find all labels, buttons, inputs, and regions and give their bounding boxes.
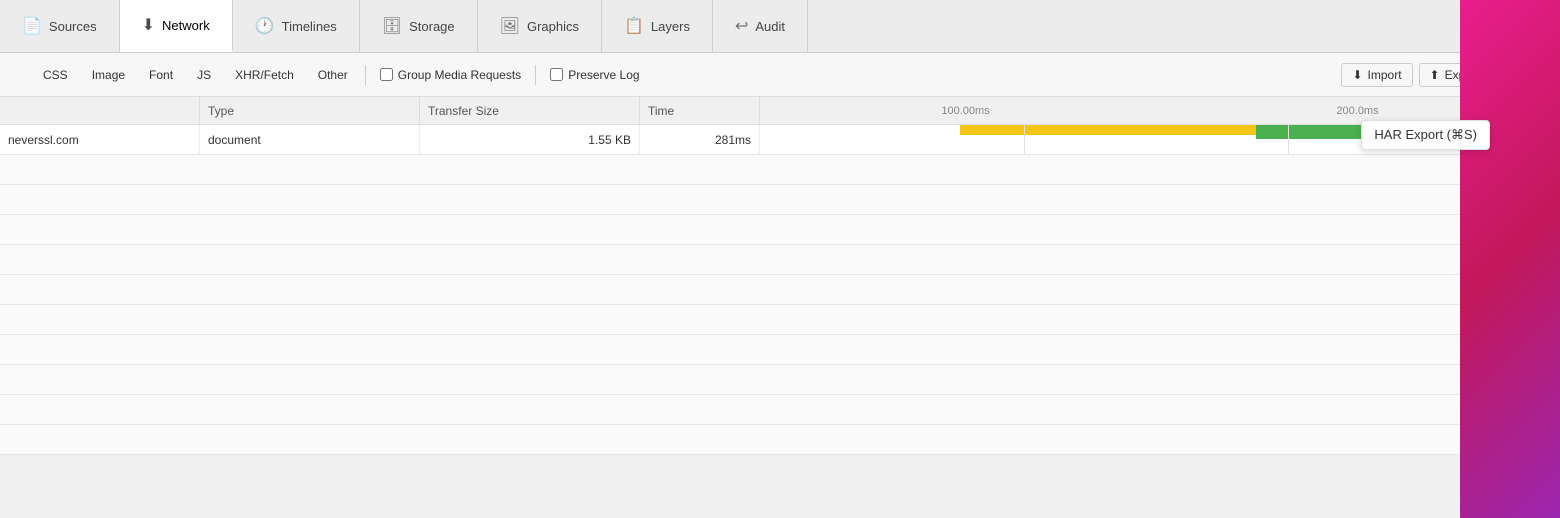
- waterfall-divider-1: [1024, 125, 1025, 154]
- filter-xhr-button[interactable]: XHR/Fetch: [224, 64, 305, 86]
- filter-image-button[interactable]: Image: [81, 64, 136, 86]
- table-body: neverssl.com document 1.55 KB 281ms: [0, 125, 1560, 518]
- filter-separator-1: [365, 65, 366, 85]
- group-media-label[interactable]: Group Media Requests: [398, 68, 521, 82]
- filter-css-button[interactable]: CSS: [32, 64, 79, 86]
- table-row-empty-6: [0, 305, 1560, 335]
- tab-bar: 📄 Sources ⬇ Network 🕐 Timelines 🗄 Storag…: [0, 0, 1560, 53]
- tab-audit[interactable]: ↩ Audit: [713, 0, 808, 52]
- tab-timelines-label: Timelines: [282, 19, 337, 34]
- row-type: document: [200, 125, 420, 154]
- timelines-icon: 🕐: [255, 16, 275, 36]
- col-header-type: Type: [200, 97, 420, 124]
- table-row-empty-3: [0, 215, 1560, 245]
- preserve-log-checkbox[interactable]: [550, 68, 563, 81]
- filter-bar: CSS Image Font JS XHR/Fetch Other Group …: [0, 53, 1560, 97]
- group-media-checkbox-group: Group Media Requests: [372, 68, 529, 82]
- table-container: Type Transfer Size Time 100.00ms 200.0ms…: [0, 97, 1560, 518]
- row-size: 1.55 KB: [420, 125, 640, 154]
- preserve-log-label[interactable]: Preserve Log: [568, 68, 639, 82]
- import-button[interactable]: ⬇ Import: [1341, 63, 1412, 87]
- waterfall-labels: 100.00ms 200.0ms: [768, 105, 1552, 117]
- table-row[interactable]: neverssl.com document 1.55 KB 281ms: [0, 125, 1560, 155]
- table-row-empty-7: [0, 335, 1560, 365]
- tab-storage-label: Storage: [409, 19, 455, 34]
- waterfall-divider-2: [1288, 125, 1289, 154]
- col-header-name: [0, 97, 200, 124]
- col-header-time: Time: [640, 97, 760, 124]
- waterfall-label-200: 200.0ms: [1336, 105, 1378, 117]
- tab-graphics[interactable]: 🖼 Graphics: [478, 0, 602, 52]
- import-label: Import: [1368, 68, 1402, 82]
- export-icon: ⬆: [1430, 68, 1440, 82]
- tab-audit-label: Audit: [755, 19, 785, 34]
- tab-layers[interactable]: 📋 Layers: [602, 0, 713, 52]
- layers-icon: 📋: [624, 16, 644, 36]
- table-row-empty-5: [0, 275, 1560, 305]
- waterfall-bar-yellow: [960, 125, 1256, 135]
- row-name: neverssl.com: [0, 125, 200, 154]
- preserve-log-checkbox-group: Preserve Log: [542, 68, 647, 82]
- sources-icon: 📄: [22, 16, 42, 36]
- network-icon: ⬇: [142, 15, 155, 35]
- graphics-icon: 🖼: [500, 16, 520, 36]
- right-gradient: [1460, 0, 1560, 518]
- table-row-empty-4: [0, 245, 1560, 275]
- audit-icon: ↩: [735, 16, 748, 36]
- group-media-checkbox[interactable]: [380, 68, 393, 81]
- tab-network[interactable]: ⬇ Network: [120, 0, 233, 52]
- waterfall-label-100: 100.00ms: [941, 105, 989, 117]
- har-export-tooltip-text: HAR Export (⌘S): [1374, 127, 1477, 142]
- filter-js-button[interactable]: JS: [186, 64, 222, 86]
- tab-sources[interactable]: 📄 Sources: [0, 0, 120, 52]
- import-icon: ⬇: [1352, 68, 1362, 82]
- row-time: 281ms: [640, 125, 760, 154]
- table-row-empty-9: [0, 395, 1560, 425]
- tab-layers-label: Layers: [651, 19, 690, 34]
- table-header: Type Transfer Size Time 100.00ms 200.0ms: [0, 97, 1560, 125]
- filter-all-button[interactable]: [8, 71, 30, 79]
- tab-storage[interactable]: 🗄 Storage: [360, 0, 478, 52]
- table-row-empty-8: [0, 365, 1560, 395]
- col-header-size: Transfer Size: [420, 97, 640, 124]
- filter-separator-2: [535, 65, 536, 85]
- tab-network-label: Network: [162, 18, 210, 33]
- tab-sources-label: Sources: [49, 19, 97, 34]
- table-row-empty-1: [0, 155, 1560, 185]
- filter-font-button[interactable]: Font: [138, 64, 184, 86]
- har-export-tooltip: HAR Export (⌘S): [1361, 120, 1490, 150]
- filter-other-button[interactable]: Other: [307, 64, 359, 86]
- table-row-empty-2: [0, 185, 1560, 215]
- table-row-empty-10: [0, 425, 1560, 455]
- tab-graphics-label: Graphics: [527, 19, 579, 34]
- storage-icon: 🗄: [382, 16, 402, 36]
- tab-timelines[interactable]: 🕐 Timelines: [233, 0, 360, 52]
